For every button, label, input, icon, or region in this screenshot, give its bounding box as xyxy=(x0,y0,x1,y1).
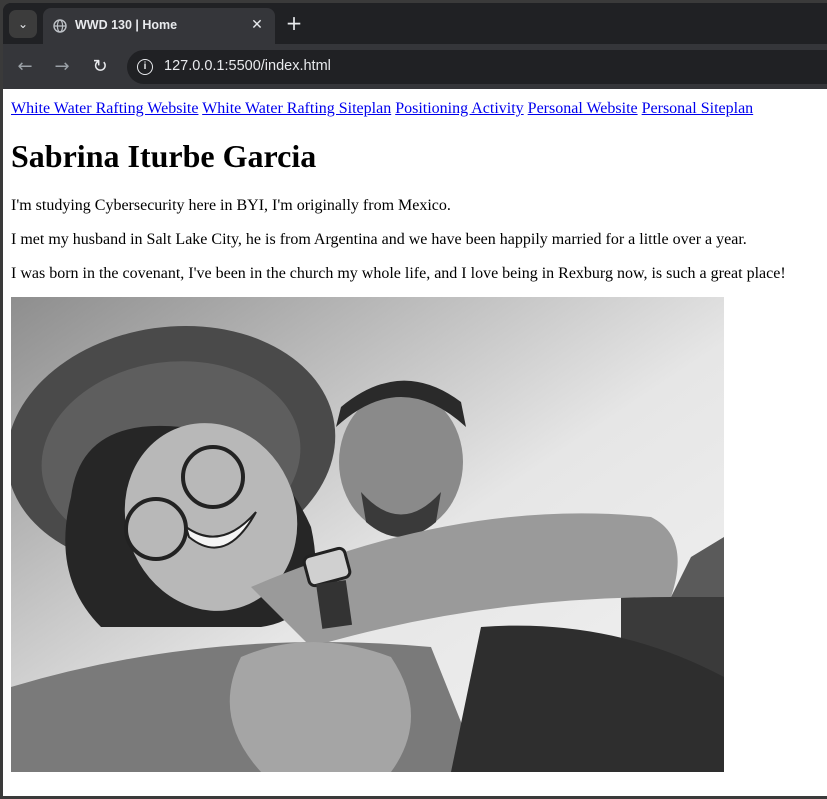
chevron-down-icon[interactable]: ⌄ xyxy=(9,10,37,38)
nav-link-rafting-website[interactable]: White Water Rafting Website xyxy=(11,100,198,117)
tab-title: WWD 130 | Home xyxy=(75,18,178,32)
husband-paragraph: I met my husband in Salt Lake City, he i… xyxy=(11,231,747,248)
close-icon[interactable]: ✕ xyxy=(247,15,267,35)
reload-icon[interactable]: ↻ xyxy=(88,54,112,78)
address-bar[interactable]: i 127.0.0.1:5500/index.html xyxy=(127,50,827,84)
browser-tab[interactable]: WWD 130 | Home ✕ xyxy=(43,8,275,44)
page-content: White Water Rafting Website White Water … xyxy=(3,89,827,796)
nav-link-personal-siteplan[interactable]: Personal Siteplan xyxy=(642,100,754,117)
browser-toolbar: ← → ↻ i 127.0.0.1:5500/index.html xyxy=(3,44,827,89)
globe-icon xyxy=(53,19,67,33)
church-paragraph: I was born in the covenant, I've been in… xyxy=(11,265,786,282)
couple-photo xyxy=(11,297,724,772)
nav-link-personal-website[interactable]: Personal Website xyxy=(528,100,638,117)
info-icon[interactable]: i xyxy=(137,59,153,75)
site-nav: White Water Rafting Website White Water … xyxy=(11,100,753,118)
url-text[interactable]: 127.0.0.1:5500/index.html xyxy=(164,58,331,74)
arrow-right-icon[interactable]: → xyxy=(50,54,74,78)
page-title: Sabrina Iturbe Garcia xyxy=(11,138,317,174)
tab-strip: ⌄ WWD 130 | Home ✕ + xyxy=(3,3,827,44)
intro-paragraph: I'm studying Cybersecurity here in BYI, … xyxy=(11,197,451,214)
browser-window: ⌄ WWD 130 | Home ✕ + ← → ↻ i 127.0.0.1:5… xyxy=(3,3,827,796)
arrow-left-icon[interactable]: ← xyxy=(13,54,37,78)
plus-icon[interactable]: + xyxy=(283,12,305,34)
nav-link-positioning-activity[interactable]: Positioning Activity xyxy=(395,100,523,117)
nav-link-rafting-siteplan[interactable]: White Water Rafting Siteplan xyxy=(202,100,391,117)
